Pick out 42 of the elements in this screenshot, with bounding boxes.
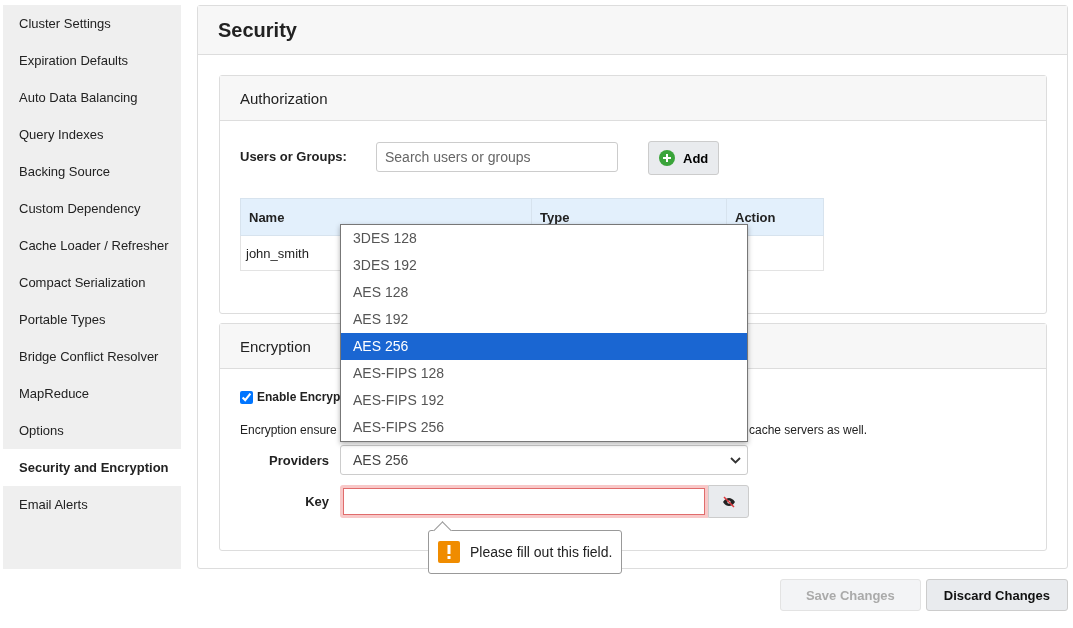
dropdown-option[interactable]: AES-FIPS 256 <box>341 414 747 441</box>
sidebar-item[interactable]: Email Alerts <box>3 486 181 523</box>
column-header: Action <box>726 198 824 236</box>
card-title: Authorization <box>240 89 328 107</box>
sidebar-item[interactable]: Portable Types <box>3 301 181 338</box>
dropdown-option[interactable]: AES 128 <box>341 279 747 306</box>
tooltip-text: Please fill out this field. <box>470 544 613 560</box>
sidebar-item[interactable]: Expiration Defaults <box>3 42 181 79</box>
checkbox[interactable] <box>240 390 253 404</box>
sidebar-item[interactable]: Custom Dependency <box>3 190 181 227</box>
description-text: Encryption ensure <box>240 423 337 437</box>
action-button[interactable]: Discard Changes <box>925 579 1068 611</box>
dropdown-option[interactable]: AES-FIPS 128 <box>341 360 747 387</box>
description-text: cache servers as well. <box>749 423 869 437</box>
add-button[interactable]: Add <box>648 141 720 175</box>
eye-slash-icon <box>721 495 736 508</box>
sidebar-item[interactable]: Auto Data Balancing <box>3 79 181 116</box>
warning-icon <box>438 541 460 563</box>
sidebar-item[interactable]: Cache Loader / Refresher <box>3 227 181 264</box>
users-label: Users or Groups: <box>240 148 348 164</box>
key-label: Key <box>304 494 330 509</box>
card-title: Encryption <box>240 337 311 355</box>
sidebar-item[interactable]: MapReduce <box>3 375 181 412</box>
page-title: Security <box>218 18 297 42</box>
providers-label: Providers <box>268 452 330 468</box>
sidebar-item[interactable]: Backing Source <box>3 153 181 190</box>
dropdown-option[interactable]: AES-FIPS 192 <box>341 387 747 414</box>
sidebar-item[interactable]: Bridge Conflict Resolver <box>3 338 181 375</box>
dropdown-option[interactable]: AES 256 <box>341 333 747 360</box>
sidebar-item[interactable]: Options <box>3 412 181 449</box>
dropdown-option[interactable]: AES 192 <box>341 306 747 333</box>
sidebar-item[interactable]: Query Indexes <box>3 116 181 153</box>
providers-select[interactable]: AES 256 <box>340 445 748 475</box>
plus-icon <box>659 150 675 166</box>
visibility-toggle-button[interactable] <box>708 485 749 518</box>
sidebar-item[interactable]: Compact Serialization <box>3 264 181 301</box>
sidebar-item[interactable]: Security and Encryption <box>3 449 181 486</box>
key-field[interactable] <box>340 485 708 518</box>
search-field[interactable]: Search users or groups <box>376 142 618 172</box>
sidebar-item[interactable]: Cluster Settings <box>3 5 181 42</box>
chevron-down-icon <box>730 456 741 464</box>
checkbox-label: Enable Encryp <box>257 390 341 404</box>
